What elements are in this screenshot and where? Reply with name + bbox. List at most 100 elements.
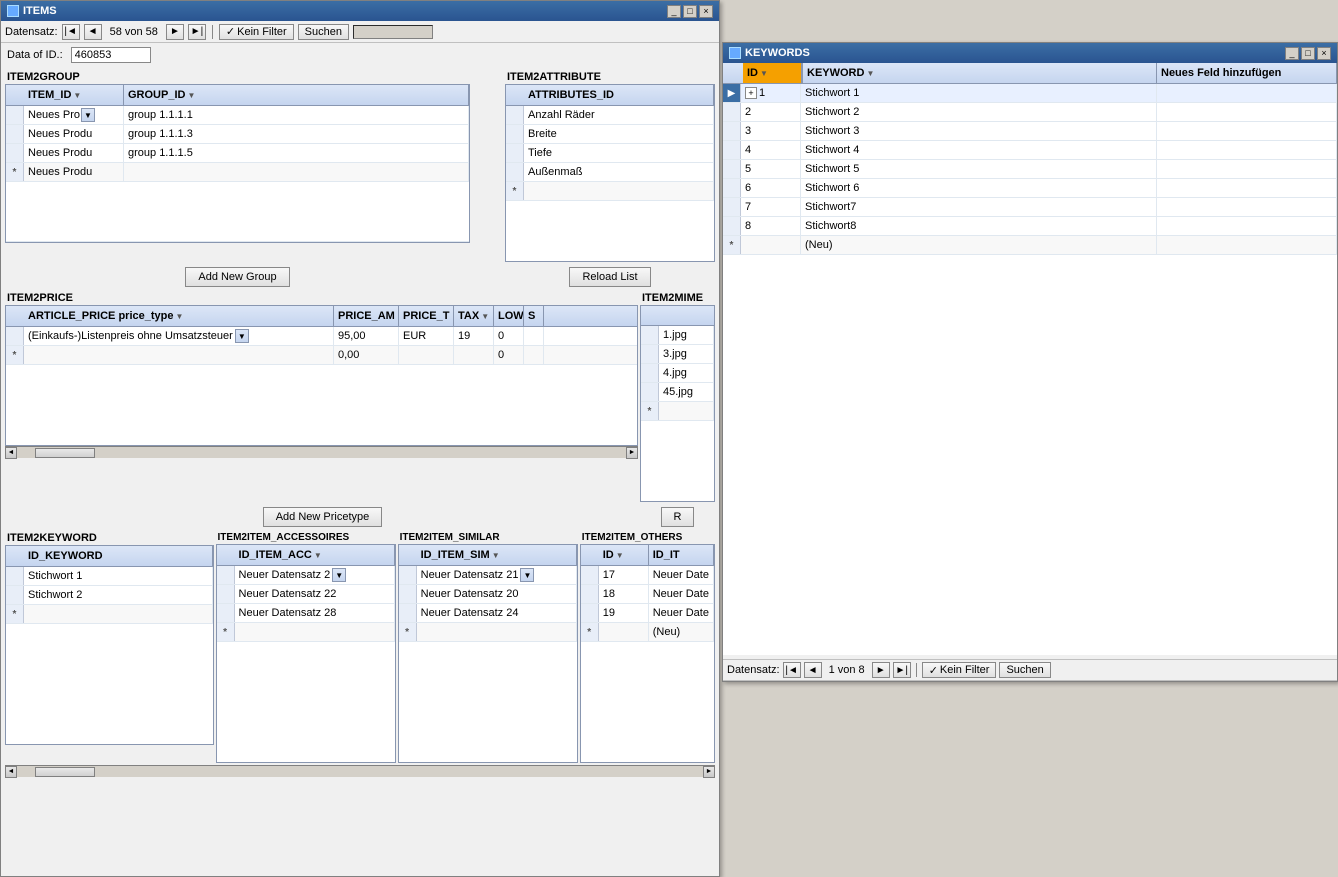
keywords-prev-btn[interactable]: ◄ xyxy=(804,662,822,678)
item2keyword-row-new[interactable]: * xyxy=(6,605,213,624)
item2other-row-1[interactable]: 17 Neuer Date xyxy=(581,566,714,585)
keywords-last-btn[interactable]: ►| xyxy=(893,662,911,678)
keywords-search-button[interactable]: Suchen xyxy=(999,662,1050,678)
items-title: ITEMS xyxy=(23,5,57,17)
item2keyword-col: ID_KEYWORD xyxy=(24,546,213,566)
keywords-restore-button[interactable]: □ xyxy=(1301,47,1315,60)
items-close-button[interactable]: × xyxy=(699,5,713,18)
keywords-row-2[interactable]: 2 Stichwort 2 xyxy=(723,103,1337,122)
item2price-col-pricet: PRICE_T ▼ xyxy=(399,306,454,326)
keywords-row1-expand[interactable]: + xyxy=(745,87,757,99)
item2price-row1-dropdown[interactable]: ▼ xyxy=(235,329,249,343)
items-next-btn[interactable]: ► xyxy=(166,24,184,40)
item2attribute-row-4[interactable]: Außenmaß xyxy=(506,163,714,182)
item2item-others-header: ID ▼ ID_IT xyxy=(581,545,714,566)
item2attribute-row-new[interactable]: * xyxy=(506,182,714,201)
keywords-row-7[interactable]: 7 Stichwort7 xyxy=(723,198,1337,217)
item2price-grid: ARTICLE_PRICE price_type ▼ PRICE_AM ▼ PR… xyxy=(5,305,638,446)
item2group-row-1[interactable]: Neues Pro ▼ group 1.1.1.1 xyxy=(6,106,469,125)
item2price-scroll-left[interactable]: ◄ xyxy=(5,447,17,459)
items-prev-btn[interactable]: ◄ xyxy=(84,24,102,40)
items-hscroll-left[interactable]: ◄ xyxy=(5,766,17,778)
data-id-input[interactable] xyxy=(71,47,151,63)
item2price-scroll-thumb[interactable] xyxy=(35,448,95,458)
item2acc-row-2[interactable]: Neuer Datensatz 22 xyxy=(217,585,395,604)
reload-mime-button[interactable]: R xyxy=(661,507,695,527)
items-no-filter-button[interactable]: ✓ Kein Filter xyxy=(219,24,294,40)
keywords-row-1[interactable]: ▶ + 1 Stichwort 1 xyxy=(723,84,1337,103)
item2mime-row-4[interactable]: 45.jpg xyxy=(641,383,714,402)
item2item-similar-section: ITEM2ITEM_SIMILAR ID_ITEM_SIM ▼ Neuer Da… xyxy=(398,530,578,763)
item2attribute-row-1[interactable]: Anzahl Räder xyxy=(506,106,714,125)
item2item-accessoires-col: ID_ITEM_ACC ▼ xyxy=(235,545,395,565)
item2mime-row-3[interactable]: 4.jpg xyxy=(641,364,714,383)
keywords-close-button[interactable]: × xyxy=(1317,47,1331,60)
add-new-group-button[interactable]: Add New Group xyxy=(185,267,289,287)
item2other-row-3[interactable]: 19 Neuer Date xyxy=(581,604,714,623)
item2mime-row-1[interactable]: 1.jpg xyxy=(641,326,714,345)
item2keyword-label: ITEM2KEYWORD xyxy=(5,530,214,545)
keywords-col-new-field: Neues Feld hinzufügen xyxy=(1157,63,1337,83)
item2group-row-new[interactable]: * Neues Produ xyxy=(6,163,469,182)
keywords-row-4[interactable]: 4 Stichwort 4 xyxy=(723,141,1337,160)
item2group-row-2[interactable]: Neues Produ group 1.1.1.3 xyxy=(6,125,469,144)
item2attribute-row-3[interactable]: Tiefe xyxy=(506,144,714,163)
item2group-section: ITEM2GROUP ITEM_ID ▼ GROUP_ID ▼ xyxy=(5,69,503,262)
item2price-hscroll[interactable]: ◄ ► xyxy=(5,446,638,458)
item2other-empty xyxy=(581,642,714,762)
items-restore-button[interactable]: □ xyxy=(683,5,697,18)
keywords-no-filter-button[interactable]: ✓ Kein Filter xyxy=(922,662,997,678)
keywords-window-controls: _ □ × xyxy=(1285,47,1331,60)
items-last-btn[interactable]: ►| xyxy=(188,24,206,40)
items-bottom-hscroll[interactable]: ◄ ► xyxy=(5,765,715,777)
item2group-row1-dropdown[interactable]: ▼ xyxy=(81,108,95,122)
reload-list-button[interactable]: Reload List xyxy=(569,267,650,287)
keywords-row-new[interactable]: * (Neu) xyxy=(723,236,1337,255)
keywords-title: KEYWORDS xyxy=(745,47,810,59)
keywords-minimize-button[interactable]: _ xyxy=(1285,47,1299,60)
item2mime-header xyxy=(641,306,714,326)
item2mime-row-2[interactable]: 3.jpg xyxy=(641,345,714,364)
keywords-row-3[interactable]: 3 Stichwort 3 xyxy=(723,122,1337,141)
item2price-row-1[interactable]: (Einkaufs-)Listenpreis ohne Umsatzsteuer… xyxy=(6,327,637,346)
keywords-first-btn[interactable]: |◄ xyxy=(783,662,801,678)
item2group-row-3[interactable]: Neues Produ group 1.1.1.5 xyxy=(6,144,469,163)
item2group-group-sort-arrow: ▼ xyxy=(187,91,195,100)
item2keyword-row-1[interactable]: Stichwort 1 xyxy=(6,567,213,586)
keywords-row-8[interactable]: 8 Stichwort8 xyxy=(723,217,1337,236)
item2item-others-section: ITEM2ITEM_OTHERS ID ▼ ID_IT 17 Neuer Dat… xyxy=(580,530,715,763)
items-hscroll-right[interactable]: ► xyxy=(703,766,715,778)
add-new-pricetype-button[interactable]: Add New Pricetype xyxy=(263,507,383,527)
item2sim-row1-dropdown[interactable]: ▼ xyxy=(520,568,534,582)
keywords-next-btn[interactable]: ► xyxy=(872,662,890,678)
item2attribute-label: ITEM2ATTRIBUTE xyxy=(505,69,715,84)
item2acc-row-1[interactable]: Neuer Datensatz 2 ▼ xyxy=(217,566,395,585)
items-grid-icon xyxy=(7,5,19,17)
item2sim-row-3[interactable]: Neuer Datensatz 24 xyxy=(399,604,577,623)
item2price-scroll-right[interactable]: ► xyxy=(626,447,638,459)
keywords-row-5[interactable]: 5 Stichwort 5 xyxy=(723,160,1337,179)
item2sim-row-2[interactable]: Neuer Datensatz 20 xyxy=(399,585,577,604)
item2item-similar-grid: ID_ITEM_SIM ▼ Neuer Datensatz 21 ▼ Neuer… xyxy=(398,544,578,763)
item2acc-row1-dropdown[interactable]: ▼ xyxy=(332,568,346,582)
item2acc-row-new[interactable]: * xyxy=(217,623,395,642)
item2price-row-new[interactable]: * 0,00 0 xyxy=(6,346,637,365)
item2attribute-row-2[interactable]: Breite xyxy=(506,125,714,144)
item2acc-row-3[interactable]: Neuer Datensatz 28 xyxy=(217,604,395,623)
item2other-row-2[interactable]: 18 Neuer Date xyxy=(581,585,714,604)
item2group-rownew-item-id: Neues Produ xyxy=(24,163,124,181)
items-first-btn[interactable]: |◄ xyxy=(62,24,80,40)
items-window-controls: _ □ × xyxy=(667,5,713,18)
items-search-button[interactable]: Suchen xyxy=(298,24,349,40)
item2sim-row-1[interactable]: Neuer Datensatz 21 ▼ xyxy=(399,566,577,585)
item2sim-row-new[interactable]: * xyxy=(399,623,577,642)
item2other-row-new[interactable]: * (Neu) xyxy=(581,623,714,642)
item2attribute-grid: ATTRIBUTES_ID Anzahl Räder Breite Tiefe … xyxy=(505,84,715,262)
items-hscroll-thumb[interactable] xyxy=(35,767,95,777)
item2mime-row-new[interactable]: * xyxy=(641,402,714,421)
item2group-row1-indicator xyxy=(6,106,24,124)
item2attribute-section: ITEM2ATTRIBUTE ATTRIBUTES_ID Anzahl Räde… xyxy=(505,69,715,262)
items-minimize-button[interactable]: _ xyxy=(667,5,681,18)
item2keyword-row-2[interactable]: Stichwort 2 xyxy=(6,586,213,605)
keywords-row-6[interactable]: 6 Stichwort 6 xyxy=(723,179,1337,198)
